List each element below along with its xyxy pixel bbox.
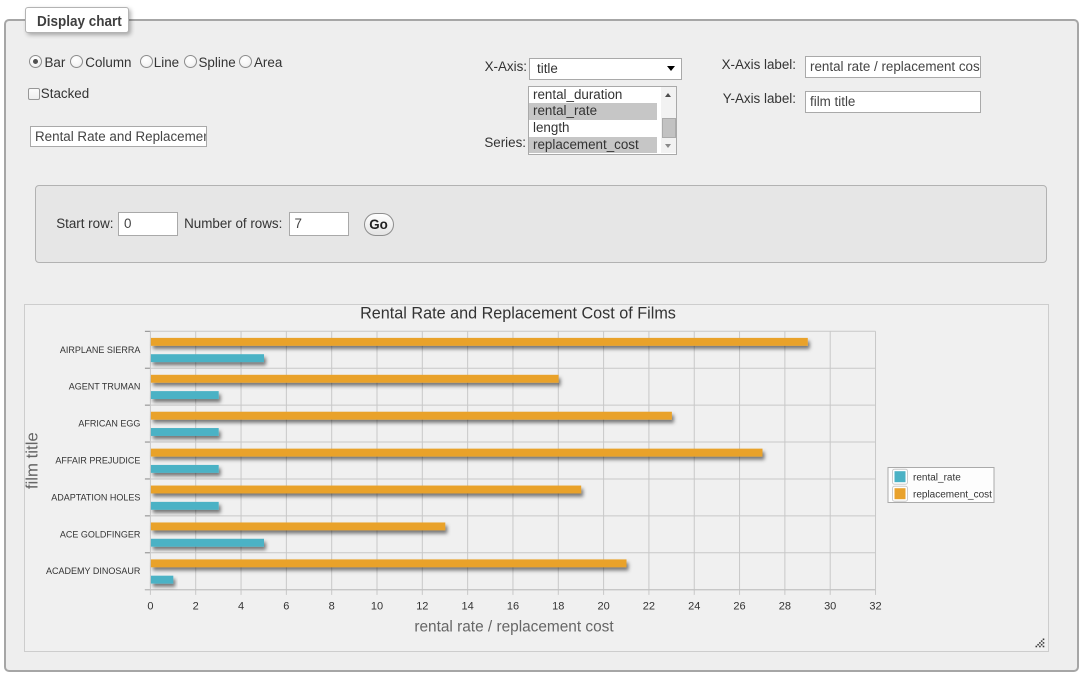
svg-text:18: 18 — [552, 601, 564, 613]
svg-text:rental rate / replacement cost: rental rate / replacement cost — [414, 619, 614, 636]
svg-text:6: 6 — [283, 601, 289, 613]
svg-text:AIRPLANE SIERRA: AIRPLANE SIERRA — [60, 345, 141, 355]
svg-text:ACE GOLDFINGER: ACE GOLDFINGER — [60, 529, 141, 539]
svg-text:30: 30 — [824, 601, 836, 613]
svg-text:0: 0 — [147, 601, 153, 613]
svg-text:14: 14 — [462, 601, 474, 613]
svg-text:replacement_cost: replacement_cost — [913, 490, 992, 501]
svg-text:Rental Rate and Replacement Co: Rental Rate and Replacement Cost of Film… — [360, 304, 676, 322]
svg-text:8: 8 — [329, 601, 335, 613]
svg-text:28: 28 — [779, 601, 791, 613]
svg-text:ADAPTATION HOLES: ADAPTATION HOLES — [51, 492, 140, 502]
svg-text:26: 26 — [733, 601, 745, 613]
svg-text:AGENT TRUMAN: AGENT TRUMAN — [69, 382, 141, 392]
svg-text:20: 20 — [597, 601, 609, 613]
svg-text:16: 16 — [507, 601, 519, 613]
svg-text:2: 2 — [193, 601, 199, 613]
svg-text:24: 24 — [688, 601, 700, 613]
svg-text:22: 22 — [643, 601, 655, 613]
svg-text:ACADEMY DINOSAUR: ACADEMY DINOSAUR — [46, 566, 141, 576]
svg-text:10: 10 — [371, 601, 383, 613]
svg-text:AFFAIR PREJUDICE: AFFAIR PREJUDICE — [55, 456, 140, 466]
svg-text:32: 32 — [869, 601, 881, 613]
svg-text:rental_rate: rental_rate — [913, 473, 961, 484]
svg-text:12: 12 — [416, 601, 428, 613]
svg-text:film title: film title — [22, 432, 41, 489]
svg-text:AFRICAN EGG: AFRICAN EGG — [78, 419, 140, 429]
svg-text:4: 4 — [238, 601, 244, 613]
